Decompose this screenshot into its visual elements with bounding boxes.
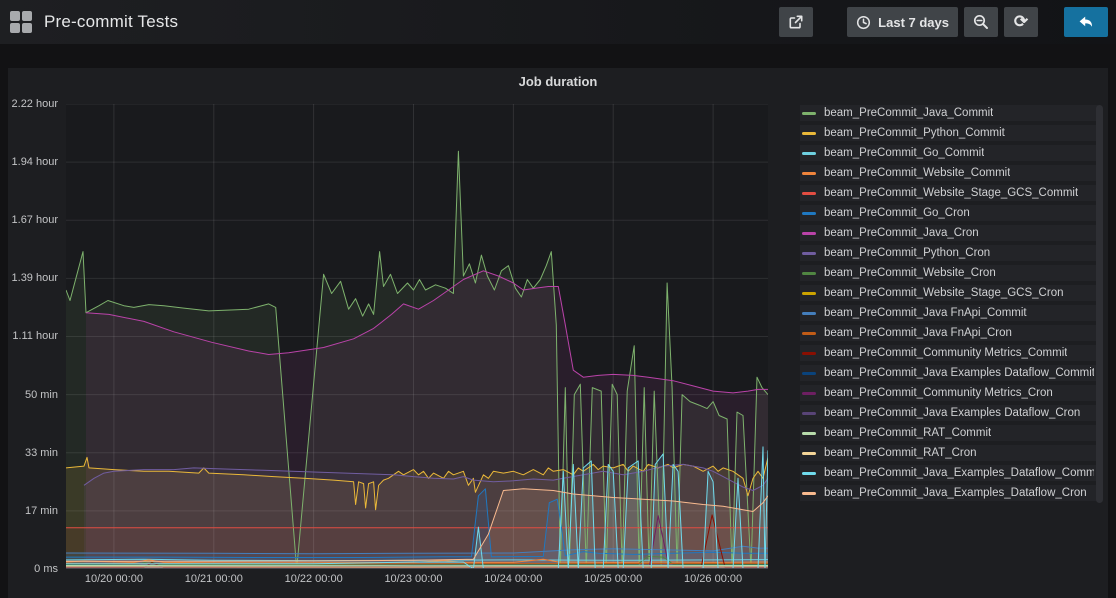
legend-series-label: beam_PreCommit_Java Examples Dataflow_Co… (824, 367, 1094, 379)
legend-item[interactable]: beam_PreCommit_Community Metrics_Cron (800, 385, 1098, 401)
legend-series-label: beam_PreCommit_Go_Cron (824, 207, 970, 219)
legend-series-dash (802, 372, 816, 375)
legend-series-label: beam_PreCommit_Java_Cron (824, 227, 979, 239)
job-duration-panel: Job duration 0 ms 17 min 33 min 50 min 1.11 … (8, 68, 1108, 598)
share-button[interactable] (779, 7, 813, 37)
legend-series-dash (802, 112, 816, 115)
x-tick-label: 10/21 00:00 (185, 573, 243, 585)
legend-item[interactable]: beam_PreCommit_Java_Commit (800, 105, 1098, 121)
legend-series-label: beam_PreCommit_RAT_Cron (824, 447, 977, 459)
legend-series-label: beam_PreCommit_Website_Stage_GCS_Commit (824, 187, 1078, 199)
legend-series-dash (802, 192, 816, 195)
legend-item[interactable]: beam_PreCommit_RAT_Commit (800, 425, 1098, 441)
legend-series-label: beam_PreCommit_Website_Commit (824, 167, 1010, 179)
legend-series-dash (802, 232, 816, 235)
legend-series-label: beam_PreCommit_Website_Cron (824, 267, 996, 279)
legend-series-label: beam_PreCommit_Java_Examples_Dataflow_Cr… (824, 487, 1087, 499)
legend-series-dash (802, 152, 816, 155)
legend-series-label: beam_PreCommit_Python_Commit (824, 127, 1005, 139)
plot-svg (66, 104, 768, 569)
legend-series-label: beam_PreCommit_Java Examples Dataflow_Cr… (824, 407, 1080, 419)
x-tick-label: 10/20 00:00 (85, 573, 143, 585)
legend-series-dash (802, 432, 816, 435)
top-navbar: Pre-commit Tests (0, 0, 1116, 44)
legend-series-dash (802, 272, 816, 275)
legend-series-label: beam_PreCommit_Website_Stage_GCS_Cron (824, 287, 1063, 299)
y-tick-label: 0 ms (34, 563, 58, 575)
legend-item[interactable]: beam_PreCommit_Website_Stage_GCS_Cron (800, 285, 1098, 301)
legend-item[interactable]: beam_PreCommit_Java_Cron (800, 225, 1098, 241)
legend-item[interactable]: beam_PreCommit_Website_Commit (800, 165, 1098, 181)
clock-icon (856, 15, 871, 30)
legend-item[interactable]: beam_PreCommit_Java FnApi_Commit (800, 305, 1098, 321)
time-range-label: Last 7 days (878, 15, 949, 30)
legend-item[interactable]: beam_PreCommit_Website_Cron (800, 265, 1098, 281)
y-tick-label: 50 min (25, 389, 58, 401)
legend-series-label: beam_PreCommit_Java_Examples_Dataflow_Co… (824, 467, 1094, 479)
legend-series-dash (802, 492, 816, 495)
legend-series-label: beam_PreCommit_Community Metrics_Cron (824, 387, 1053, 399)
legend-series-dash (802, 472, 816, 475)
y-tick-label: 17 min (25, 505, 58, 517)
zoom-out-icon (973, 14, 989, 30)
legend: beam_PreCommit_Java_Commit beam_PreCommit… (800, 105, 1098, 505)
legend-item[interactable]: beam_PreCommit_Community Metrics_Commit (800, 345, 1098, 361)
x-tick-label: 10/25 00:00 (584, 573, 642, 585)
dashboard-title: Pre-commit Tests (44, 12, 178, 32)
legend-series-dash (802, 352, 816, 355)
legend-series-label: beam_PreCommit_Java FnApi_Commit (824, 307, 1027, 319)
legend-series-dash (802, 312, 816, 315)
y-tick-label: 1.11 hour (12, 330, 58, 342)
legend-series-dash (802, 172, 816, 175)
legend-series-label: beam_PreCommit_RAT_Commit (824, 427, 991, 439)
legend-item[interactable]: beam_PreCommit_Java Examples Dataflow_Cr… (800, 405, 1098, 421)
legend-series-dash (802, 392, 816, 395)
legend-item[interactable]: beam_PreCommit_Go_Cron (800, 205, 1098, 221)
legend-series-dash (802, 252, 816, 255)
legend-series-dash (802, 332, 816, 335)
legend-series-label: beam_PreCommit_Go_Commit (824, 147, 984, 159)
y-tick-label: 1.94 hour (12, 156, 58, 168)
grafana-dashboard: Pre-commit Tests (0, 0, 1116, 598)
legend-series-label: beam_PreCommit_Community Metrics_Commit (824, 347, 1067, 359)
plot-area[interactable] (66, 104, 768, 569)
legend-item[interactable]: beam_PreCommit_Java FnApi_Cron (800, 325, 1098, 341)
legend-item[interactable]: beam_PreCommit_Java Examples Dataflow_Co… (800, 365, 1098, 381)
y-tick-label: 33 min (25, 447, 58, 459)
panel-title[interactable]: Job duration (8, 74, 1108, 89)
dashboard-picker-icon[interactable] (10, 11, 32, 33)
time-range-button[interactable]: Last 7 days (847, 7, 958, 37)
x-tick-label: 10/24 00:00 (484, 573, 542, 585)
back-button[interactable] (1064, 7, 1108, 37)
legend-series-dash (802, 452, 816, 455)
legend-item[interactable]: beam_PreCommit_Python_Commit (800, 125, 1098, 141)
share-icon (788, 14, 804, 30)
legend-item[interactable]: beam_PreCommit_Website_Stage_GCS_Commit (800, 185, 1098, 201)
legend-series-label: beam_PreCommit_Python_Cron (824, 247, 990, 259)
legend-item[interactable]: beam_PreCommit_Java_Examples_Dataflow_Cr… (800, 485, 1098, 501)
refresh-icon: ⟳ (1014, 13, 1028, 30)
zoom-out-button[interactable] (964, 7, 998, 37)
y-tick-label: 1.39 hour (12, 272, 58, 284)
y-axis-labels: 0 ms17 min33 min50 min1.11 hour1.39 hour… (8, 104, 58, 569)
legend-series-dash (802, 412, 816, 415)
legend-series-label: beam_PreCommit_Java_Commit (824, 107, 993, 119)
legend-series-dash (802, 132, 816, 135)
x-tick-label: 10/23 00:00 (384, 573, 442, 585)
legend-scrollbar[interactable] (1096, 105, 1103, 503)
y-tick-label: 2.22 hour (12, 98, 58, 110)
x-axis-labels: 10/20 00:00 10/21 00:00 10/22 00:00 10/23 0… (66, 573, 768, 589)
legend-item[interactable]: beam_PreCommit_Go_Commit (800, 145, 1098, 161)
legend-series-label: beam_PreCommit_Java FnApi_Cron (824, 327, 1012, 339)
legend-series-dash (802, 212, 816, 215)
legend-series-dash (802, 292, 816, 295)
refresh-button[interactable]: ⟳ (1004, 7, 1038, 37)
legend-item[interactable]: beam_PreCommit_Java_Examples_Dataflow_Co… (800, 465, 1098, 481)
x-tick-label: 10/26 00:00 (684, 573, 742, 585)
legend-item[interactable]: beam_PreCommit_Python_Cron (800, 245, 1098, 261)
y-tick-label: 1.67 hour (12, 214, 58, 226)
x-tick-label: 10/22 00:00 (285, 573, 343, 585)
legend-item[interactable]: beam_PreCommit_RAT_Cron (800, 445, 1098, 461)
back-arrow-icon (1077, 14, 1095, 30)
